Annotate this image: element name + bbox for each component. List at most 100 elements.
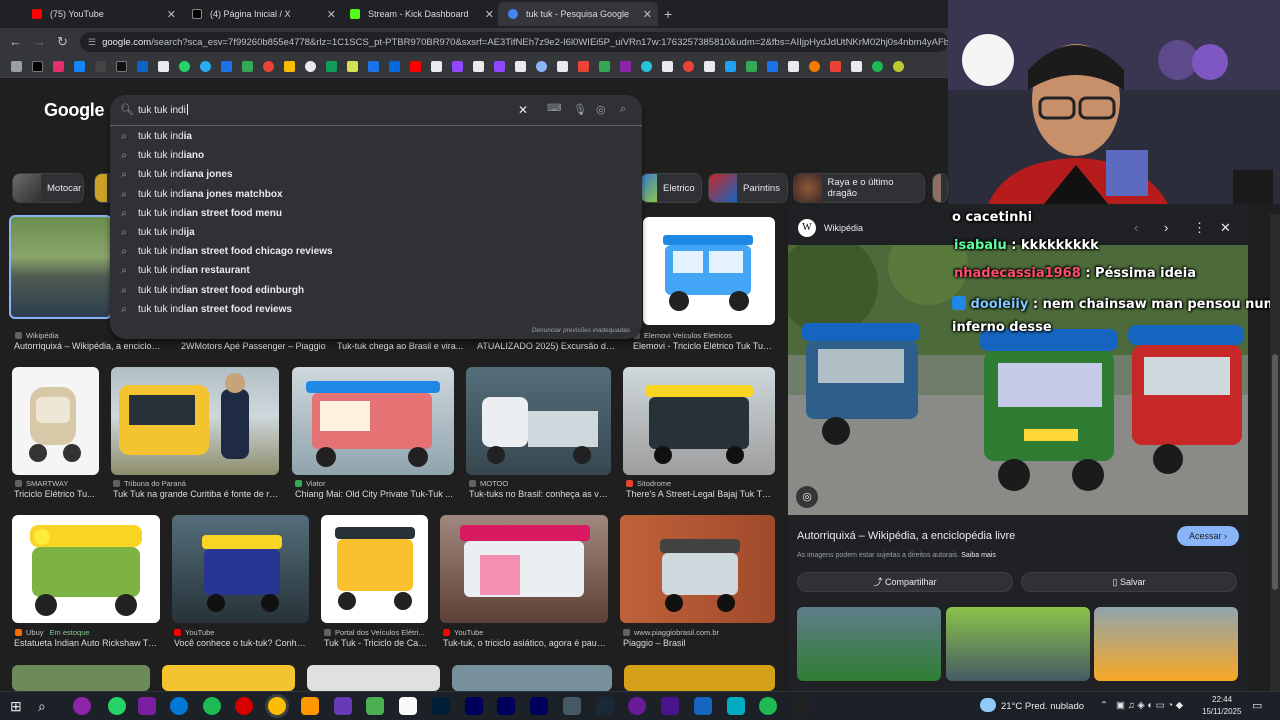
- app-icon[interactable]: [73, 697, 91, 715]
- spotify-icon[interactable]: [203, 697, 221, 715]
- suggestion-item[interactable]: ⌕ tuk tuk ind ia: [110, 127, 642, 146]
- bookmark-icon[interactable]: [683, 61, 694, 72]
- save-button[interactable]: ▯ Salvar: [1021, 572, 1237, 592]
- result-image-smartway[interactable]: [12, 367, 99, 475]
- address-bar[interactable]: ☰ google.com/search?sca_esv=7f99260b855e…: [80, 32, 948, 52]
- tray-chevron-icon[interactable]: ⌃: [1100, 700, 1108, 711]
- app-icon[interactable]: [694, 697, 712, 715]
- result-image-ubuy[interactable]: [12, 515, 160, 623]
- result-image-piaggio[interactable]: [620, 515, 775, 623]
- bookmark-icon[interactable]: [284, 61, 295, 72]
- audition-icon[interactable]: [530, 697, 548, 715]
- new-tab-button[interactable]: +: [664, 6, 672, 22]
- bookmark-icon[interactable]: [473, 61, 484, 72]
- after-effects-icon[interactable]: [497, 697, 515, 715]
- bookmark-icon[interactable]: [662, 61, 673, 72]
- tab-kick[interactable]: Stream - Kick Dashboard ✕: [340, 2, 500, 26]
- bookmark-google-icon[interactable]: [305, 61, 316, 72]
- bookmark-meta-icon[interactable]: [389, 61, 400, 72]
- result-image[interactable]: [452, 665, 612, 691]
- suggestion-item[interactable]: ⌕ tuk tuk ind ian street food menu: [110, 204, 642, 223]
- suggestion-item[interactable]: ⌕ tuk tuk ind iana jones: [110, 165, 642, 184]
- bookmark-icon[interactable]: [809, 61, 820, 72]
- result-title[interactable]: Elemovi - Triciclo Elétrico Tuk Tuk...: [633, 341, 775, 351]
- result-title[interactable]: Tuk-tuk, o triciclo asiático, agora é pa…: [443, 638, 607, 648]
- copilot-icon[interactable]: [138, 697, 156, 715]
- bookmark-icon[interactable]: [494, 61, 505, 72]
- steam-icon[interactable]: [596, 697, 614, 715]
- bookmark-youtube-icon[interactable]: [410, 61, 421, 72]
- result-title[interactable]: There's A Street-Legal Bajaj Tuk Tu...: [626, 489, 774, 499]
- search-submit-icon[interactable]: ⌕: [620, 103, 626, 116]
- previous-icon[interactable]: ‹: [1134, 220, 1138, 235]
- lens-search-icon[interactable]: ◎: [796, 486, 818, 508]
- bookmark-icon[interactable]: [242, 61, 253, 72]
- result-image-viator[interactable]: [292, 367, 454, 475]
- bookmark-icon[interactable]: [893, 61, 904, 72]
- bookmark-icon[interactable]: [746, 61, 757, 72]
- result-title[interactable]: Você conhece o tuk-tuk? Conhe...: [174, 638, 308, 648]
- result-title[interactable]: 2WMotors Apé Passenger – Piaggio: [181, 341, 331, 351]
- bookmark-icon[interactable]: [641, 61, 652, 72]
- bookmark-icon[interactable]: [872, 61, 883, 72]
- bookmark-icon[interactable]: [725, 61, 736, 72]
- bookmark-icon[interactable]: [704, 61, 715, 72]
- notification-icon[interactable]: ▭: [1252, 699, 1262, 712]
- report-predictions-link[interactable]: Denunciar previsões inadequadas: [532, 327, 630, 334]
- result-title[interactable]: Estatueta Indian Auto Rickshaw Tu...: [14, 638, 160, 648]
- result-title[interactable]: ATUALIZADO 2025) Excursão da...: [477, 341, 617, 351]
- clock-time[interactable]: 22:44: [1212, 695, 1232, 704]
- tab-google[interactable]: tuk tuk - Pesquisa Google ✕: [498, 2, 658, 26]
- bookmark-icon[interactable]: [788, 61, 799, 72]
- bookmark-gmail-icon[interactable]: [221, 61, 232, 72]
- close-icon[interactable]: ✕: [1220, 220, 1231, 236]
- suggestion-item[interactable]: ⌕ tuk tuk ind iana jones matchbox: [110, 185, 642, 204]
- bookmark-icon[interactable]: [851, 61, 862, 72]
- weather-icon[interactable]: [980, 698, 996, 712]
- related-image[interactable]: [797, 607, 941, 681]
- suggestion-item[interactable]: ⌕ tuk tuk ind ija: [110, 223, 642, 242]
- search-input[interactable]: 🔍︎ tuk tuk indi ✕ ⌨ 🎙︎ ◎ ⌕: [110, 95, 642, 126]
- bookmark-icon[interactable]: [620, 61, 631, 72]
- chip-raya[interactable]: Raya e o último dragão: [793, 173, 925, 203]
- chrome-icon[interactable]: [268, 697, 286, 715]
- more-options-icon[interactable]: ⋮: [1193, 220, 1206, 236]
- result-image-elemovi[interactable]: [643, 217, 775, 325]
- microphone-icon[interactable]: 🎙︎: [573, 103, 587, 116]
- result-image-portal[interactable]: [321, 515, 428, 623]
- back-icon[interactable]: ←: [9, 34, 22, 49]
- bookmark-whatsapp-icon[interactable]: [179, 61, 190, 72]
- panel-title[interactable]: Autorriquixá – Wikipédia, a enciclopédia…: [797, 530, 1015, 542]
- weather-text[interactable]: 21°C Pred. nublado: [1001, 701, 1084, 712]
- result-title[interactable]: Tuk Tuk - Triciclo de Car...: [324, 638, 428, 648]
- result-title[interactable]: Tuk-tuks no Brasil: conheça as va...: [469, 489, 611, 499]
- bookmark-x-icon[interactable]: [32, 61, 43, 72]
- result-image[interactable]: [162, 665, 295, 691]
- result-image-youtube-1[interactable]: [172, 515, 309, 623]
- result-title[interactable]: Tuk-tuk chega ao Brasil e vira...: [337, 341, 467, 351]
- page-scrollbar[interactable]: [1270, 214, 1280, 691]
- photoshop-icon[interactable]: [432, 697, 450, 715]
- result-image[interactable]: [307, 665, 440, 691]
- result-image-motoo[interactable]: [466, 367, 611, 475]
- bookmark-tiktok-icon[interactable]: [116, 61, 127, 72]
- result-image[interactable]: [12, 665, 150, 691]
- premiere-icon[interactable]: [465, 697, 483, 715]
- bookmark-instagram-icon[interactable]: [53, 61, 64, 72]
- bookmark-icon[interactable]: [557, 61, 568, 72]
- tab-x[interactable]: (4) Página Inicial / X ✕: [182, 2, 342, 26]
- result-image-sitodrome[interactable]: [623, 367, 775, 475]
- result-image-tribuna[interactable]: [111, 367, 279, 475]
- result-title[interactable]: Chiang Mai: Old City Private Tuk-Tuk ...: [295, 489, 455, 499]
- bookmark-icon[interactable]: [347, 61, 358, 72]
- bookmark-icon[interactable]: [263, 61, 274, 72]
- bookmark-icon[interactable]: [431, 61, 442, 72]
- site-info-icon[interactable]: ☰: [88, 37, 96, 48]
- close-tab-icon[interactable]: ✕: [643, 8, 652, 21]
- close-tab-icon[interactable]: ✕: [167, 8, 176, 21]
- bookmark-icon[interactable]: [599, 61, 610, 72]
- bookmark-icon[interactable]: [536, 61, 547, 72]
- bookmark-icon[interactable]: [578, 61, 589, 72]
- suggestion-item[interactable]: ⌕ tuk tuk ind ian restaurant: [110, 261, 642, 280]
- tab-youtube[interactable]: (75) YouTube ✕: [22, 2, 182, 26]
